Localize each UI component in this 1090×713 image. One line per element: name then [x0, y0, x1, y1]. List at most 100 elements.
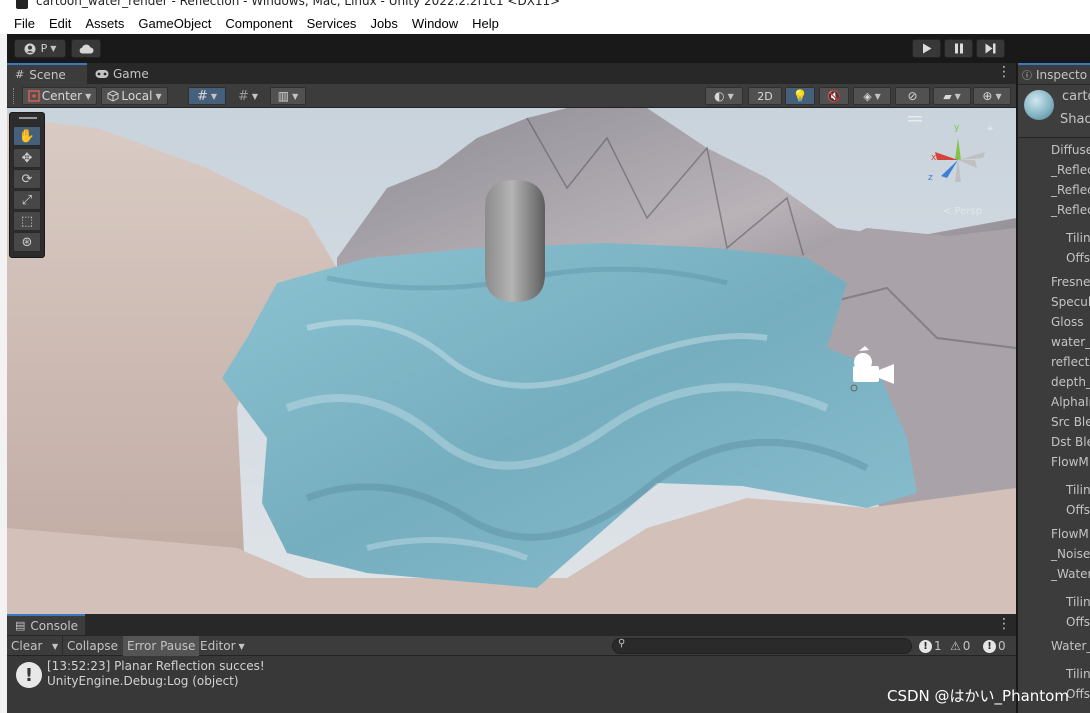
- console-menu-icon[interactable]: ⋮: [997, 616, 1011, 632]
- tab-scene[interactable]: # Scene: [7, 63, 87, 84]
- prop-dst-blend: Dst Ble: [1051, 435, 1090, 449]
- tab-console[interactable]: ▤ Console: [7, 614, 85, 635]
- scene-effects-dropdown[interactable]: ◈ ▼: [853, 87, 891, 105]
- window-title: cartoon_water_render - Reflection - Wind…: [36, 0, 561, 8]
- scene-lighting-toggle[interactable]: 💡: [785, 87, 815, 105]
- console-icon: ▤: [15, 619, 26, 632]
- clear-button[interactable]: Clear: [7, 636, 46, 656]
- prop-fresnel: Fresne: [1051, 275, 1090, 289]
- scene-viewport[interactable]: y x z < Persp ⌖: [7, 108, 1016, 614]
- menu-file[interactable]: File: [14, 16, 35, 31]
- menu-services[interactable]: Services: [307, 16, 357, 31]
- chevron-down-icon: ▼: [727, 91, 734, 101]
- mode-2d-label: 2D: [757, 89, 773, 103]
- editor-dropdown[interactable]: Editor ▼: [196, 636, 249, 656]
- grid-snap-toggle[interactable]: # ▼: [188, 87, 226, 105]
- overlay-handle-icon[interactable]: [908, 116, 922, 118]
- prop-offset-4: Offs: [1066, 687, 1090, 701]
- prop-specular: Specul: [1051, 295, 1090, 309]
- prop-flowmap-1: FlowM: [1051, 455, 1089, 469]
- rect-tool-icon: ⬚: [20, 213, 34, 229]
- material-preview-icon: [1024, 90, 1054, 120]
- palette-handle[interactable]: [19, 117, 37, 119]
- prop-tiling-4: Tilin: [1066, 667, 1090, 681]
- prop-reflection-2: _Reflec: [1051, 183, 1090, 197]
- prop-reflection-strength: reflecti: [1051, 355, 1090, 369]
- scene-menu-icon[interactable]: ⋮: [997, 64, 1011, 80]
- play-icon: [922, 43, 931, 54]
- draw-mode-dropdown[interactable]: ◐ ▼: [705, 87, 743, 105]
- chevron-down-icon: ▼: [995, 91, 1002, 101]
- scale-tool-button[interactable]: ⤢: [13, 190, 41, 210]
- step-icon: [985, 43, 996, 54]
- console-tab-bar: ▤ Console ⋮: [7, 614, 1016, 636]
- tab-inspector[interactable]: ⓘ Inspecto: [1018, 63, 1090, 84]
- scene-audio-toggle[interactable]: 🔇: [819, 87, 849, 105]
- collapse-toggle[interactable]: Collapse: [63, 636, 122, 656]
- console-search-input[interactable]: [631, 639, 901, 653]
- pivot-mode-dropdown[interactable]: Center ▼: [22, 87, 97, 105]
- pivot-rotation-dropdown[interactable]: Local ▼: [101, 87, 168, 105]
- account-dropdown[interactable]: P ▼: [14, 39, 66, 58]
- info-icon: !: [919, 639, 932, 653]
- prop-offset-1: Offs: [1066, 251, 1090, 265]
- menu-component[interactable]: Component: [225, 16, 292, 31]
- clear-options-dropdown[interactable]: ▼: [45, 636, 63, 656]
- rect-tool-button[interactable]: ⬚: [13, 211, 41, 231]
- info-count: 1: [934, 639, 942, 653]
- console-log-list: ! [13:52:23] Planar Reflection succes! U…: [7, 656, 1016, 713]
- account-label: P: [40, 42, 48, 55]
- move-tool-button[interactable]: ✥: [13, 148, 41, 168]
- log-stacktrace: UnityEngine.Debug:Log (object): [47, 674, 239, 688]
- hand-tool-button[interactable]: ✋: [13, 126, 41, 146]
- menu-edit[interactable]: Edit: [49, 16, 71, 31]
- pause-icon: [954, 43, 963, 54]
- transform-tool-button[interactable]: ⊛: [13, 232, 41, 252]
- tab-game[interactable]: Game: [87, 63, 157, 84]
- menu-gameobject[interactable]: GameObject: [138, 16, 211, 31]
- log-info-icon: !: [16, 662, 42, 688]
- step-button[interactable]: [976, 39, 1005, 58]
- shader-label[interactable]: Shad: [1060, 112, 1090, 127]
- chevron-down-icon: ▼: [155, 91, 162, 101]
- window-title-bar: cartoon_water_render - Reflection - Wind…: [0, 0, 1090, 12]
- pivot-label: Center: [41, 89, 83, 103]
- projection-label[interactable]: < Persp: [943, 206, 982, 217]
- chevron-down-icon: ▼: [874, 91, 881, 101]
- rotate-tool-button[interactable]: ⟳: [13, 169, 41, 189]
- grid-icon: #: [15, 68, 25, 81]
- prop-water-2: Water_: [1051, 639, 1090, 653]
- menu-jobs[interactable]: Jobs: [370, 16, 397, 31]
- gizmo-lock-icon[interactable]: ⌖: [987, 122, 993, 135]
- warning-count-toggle[interactable]: ⚠ 0: [950, 638, 970, 654]
- transform-tool-icon: ⊛: [21, 234, 33, 250]
- effects-layers-icon: ◈: [863, 89, 872, 103]
- info-count-toggle[interactable]: ! 1: [919, 638, 942, 654]
- play-button[interactable]: [912, 39, 941, 58]
- pause-button[interactable]: [944, 39, 973, 58]
- speaker-muted-icon: 🔇: [827, 89, 841, 103]
- light-bulb-icon: 💡: [792, 89, 808, 103]
- tab-console-label: Console: [30, 618, 79, 633]
- console-search-field[interactable]: ⚲: [612, 638, 912, 654]
- console-toolbar: Clear ▼ Collapse Error Pause Editor ▼ ⚲ !…: [7, 636, 1016, 656]
- menu-help[interactable]: Help: [472, 16, 499, 31]
- menu-window[interactable]: Window: [412, 16, 458, 31]
- prop-src-blend: Src Ble: [1051, 415, 1090, 429]
- hidden-objects-toggle[interactable]: ⊘: [895, 87, 930, 105]
- scene-tab-bar: # Scene Game ⋮: [7, 63, 1016, 84]
- tab-inspector-label: Inspecto: [1036, 67, 1088, 82]
- chevron-down-icon: ▼: [238, 641, 245, 651]
- error-pause-toggle[interactable]: Error Pause: [123, 636, 200, 656]
- prop-water: water_: [1051, 335, 1090, 349]
- cloud-button[interactable]: [71, 39, 101, 58]
- scene-camera-dropdown[interactable]: ▰ ▼: [933, 87, 971, 105]
- gizmos-dropdown[interactable]: ⊕ ▼: [973, 87, 1011, 105]
- log-entry[interactable]: ! [13:52:23] Planar Reflection succes! U…: [7, 656, 1016, 692]
- error-count-toggle[interactable]: ! 0: [983, 638, 1006, 654]
- mode-2d-toggle[interactable]: 2D: [748, 87, 782, 105]
- grid-visibility-dropdown[interactable]: ▥ ▼: [270, 87, 306, 105]
- increment-snap-toggle[interactable]: # ▼: [229, 87, 267, 105]
- chevron-down-icon: ▼: [954, 91, 961, 101]
- menu-assets[interactable]: Assets: [85, 16, 124, 31]
